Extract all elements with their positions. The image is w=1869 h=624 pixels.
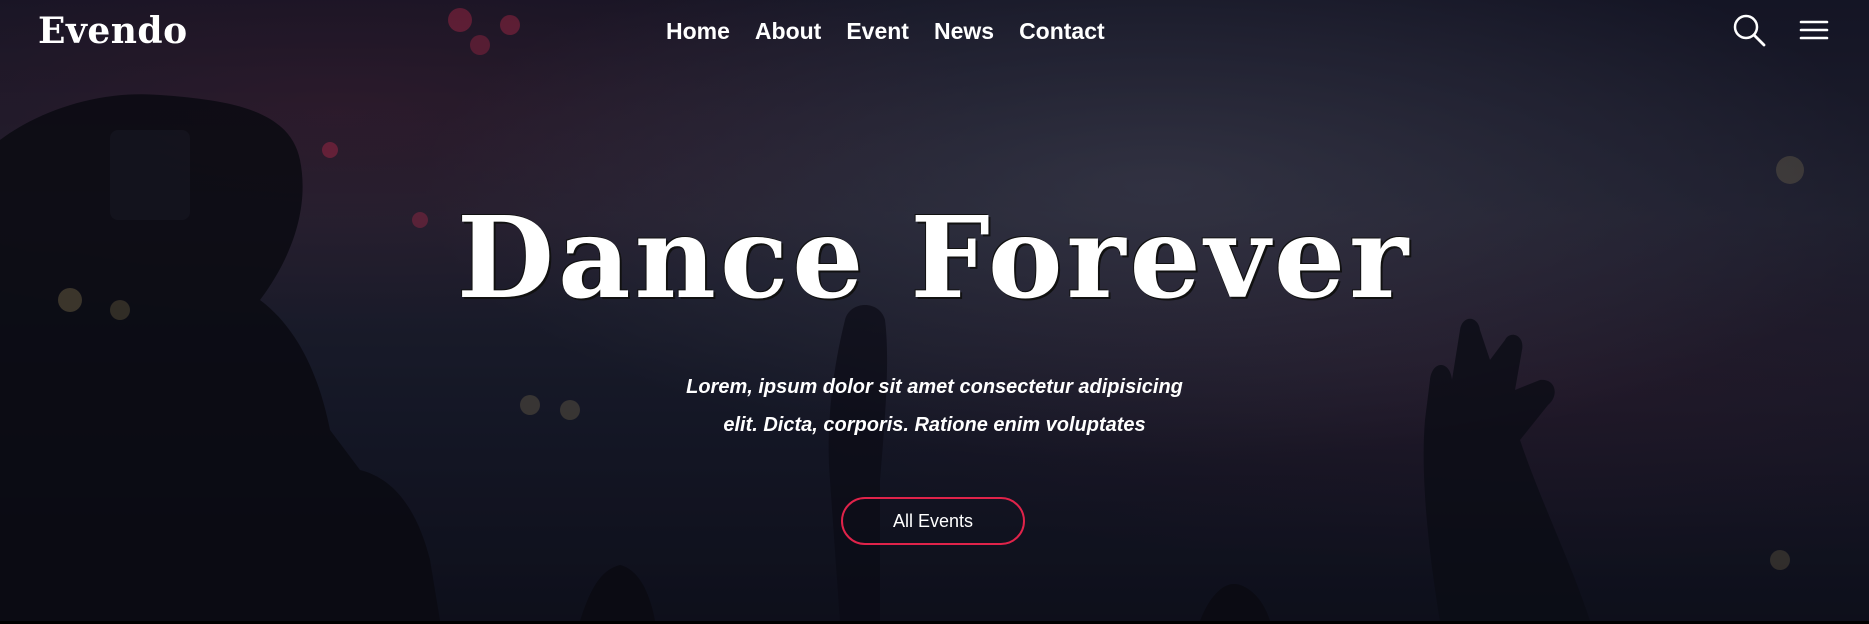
nav-link-event[interactable]: Event (846, 18, 909, 45)
hero-section: Evendo Home About Event News Contact Dan… (0, 0, 1869, 621)
menu-button[interactable] (1796, 12, 1832, 48)
hero-title: Dance Forever (456, 193, 1413, 324)
nav-link-news[interactable]: News (934, 18, 994, 45)
hero-subtitle-line-2: elit. Dicta, corporis. Ratione enim volu… (723, 414, 1146, 436)
top-navbar: Evendo Home About Event News Contact (0, 0, 1869, 64)
nav-link-about[interactable]: About (755, 18, 821, 45)
nav-link-home[interactable]: Home (666, 18, 730, 45)
hero-subtitle-line-1: Lorem, ipsum dolor sit amet consectetur … (686, 376, 1183, 398)
brand-logo[interactable]: Evendo (38, 10, 188, 52)
nav-link-contact[interactable]: Contact (1019, 18, 1105, 45)
search-icon (1733, 14, 1766, 47)
hamburger-menu-icon (1799, 20, 1829, 40)
search-button[interactable] (1731, 12, 1767, 48)
hero-subtitle: Lorem, ipsum dolor sit amet consectetur … (0, 368, 1869, 444)
main-menu: Home About Event News Contact (666, 18, 1105, 45)
all-events-button[interactable]: All Events (841, 497, 1025, 545)
